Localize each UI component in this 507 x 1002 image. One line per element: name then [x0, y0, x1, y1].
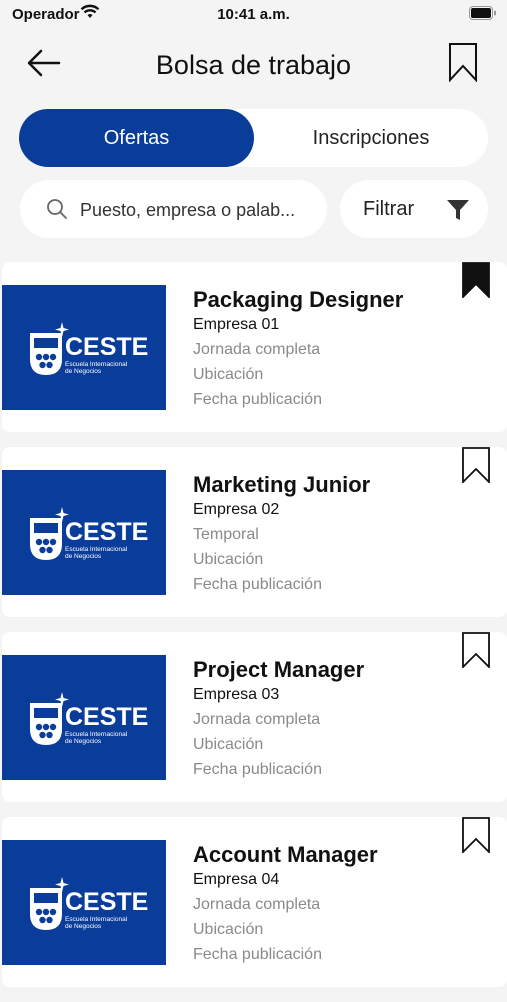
job-date: Fecha publicación	[193, 391, 322, 408]
job-title: Account Manager	[193, 842, 378, 867]
ceste-logo-icon: CESTE Escuela Internacional de Negocios	[30, 322, 148, 375]
job-location: Ubicación	[193, 366, 264, 383]
status-bar: Operador 10:41 a.m.	[0, 0, 507, 30]
tab-ofertas[interactable]: Ofertas	[19, 109, 254, 167]
job-company: Empresa 02	[193, 501, 280, 518]
job-date: Fecha publicación	[193, 761, 322, 778]
ceste-logo-icon: CESTE Escuela Internacional de Negocios	[30, 877, 148, 930]
company-logo: CESTE Escuela Internacional de Negocios	[2, 285, 166, 410]
svg-text:CESTE: CESTE	[65, 518, 148, 546]
bookmark-icon	[449, 43, 477, 83]
job-schedule: Temporal	[193, 526, 259, 543]
ceste-logo-icon: CESTE Escuela Internacional de Negocios	[30, 692, 148, 745]
job-date: Fecha publicación	[193, 946, 322, 963]
bookmark-icon	[462, 632, 490, 670]
clock: 10:41 a.m.	[217, 6, 290, 23]
search-box	[20, 180, 327, 238]
job-title: Project Manager	[193, 657, 365, 682]
job-schedule: Jornada completa	[193, 341, 321, 358]
company-logo: CESTE Escuela Internacional de Negocios	[2, 470, 166, 595]
svg-text:CESTE: CESTE	[65, 703, 148, 731]
svg-text:Escuela Internacional: Escuela Internacional	[65, 546, 128, 553]
save-job-button[interactable]	[461, 817, 491, 855]
job-list: CESTE Escuela Internacional de Negocios …	[2, 262, 507, 1002]
battery-icon	[469, 6, 497, 24]
save-job-button[interactable]	[461, 447, 491, 485]
job-date: Fecha publicación	[193, 576, 322, 593]
job-card[interactable]: CESTE Escuela Internacional de Negocios …	[2, 817, 507, 987]
job-title: Packaging Designer	[193, 287, 404, 312]
bookmark-icon	[462, 262, 490, 300]
svg-text:CESTE: CESTE	[65, 333, 148, 361]
job-info: Marketing Junior Empresa 02 Temporal Ubi…	[193, 472, 453, 597]
job-company: Empresa 03	[193, 686, 280, 703]
svg-text:de Negocios: de Negocios	[65, 553, 102, 560]
svg-text:de Negocios: de Negocios	[65, 738, 102, 745]
svg-text:Escuela Internacional: Escuela Internacional	[65, 916, 128, 923]
job-info: Project Manager Empresa 03 Jornada compl…	[193, 657, 453, 782]
save-job-button[interactable]	[461, 262, 491, 300]
tab-switcher: Ofertas Inscripciones	[19, 109, 488, 167]
bookmark-icon	[462, 817, 490, 855]
app-header: Bolsa de trabajo	[0, 36, 507, 96]
svg-text:CESTE: CESTE	[65, 888, 148, 916]
job-location: Ubicación	[193, 551, 264, 568]
company-logo: CESTE Escuela Internacional de Negocios	[2, 655, 166, 780]
filter-button[interactable]: Filtrar	[340, 180, 488, 238]
svg-text:Escuela Internacional: Escuela Internacional	[65, 361, 128, 368]
job-card[interactable]: CESTE Escuela Internacional de Negocios …	[2, 632, 507, 802]
ceste-logo-icon: CESTE Escuela Internacional de Negocios	[30, 507, 148, 560]
job-location: Ubicación	[193, 921, 264, 938]
job-location: Ubicación	[193, 736, 264, 753]
job-schedule: Jornada completa	[193, 711, 321, 728]
filter-icon	[447, 200, 469, 220]
company-logo: CESTE Escuela Internacional de Negocios	[2, 840, 166, 965]
job-company: Empresa 04	[193, 871, 280, 888]
svg-text:de Negocios: de Negocios	[65, 923, 102, 930]
save-job-button[interactable]	[461, 632, 491, 670]
svg-text:Escuela Internacional: Escuela Internacional	[65, 731, 128, 738]
svg-text:de Negocios: de Negocios	[65, 368, 102, 375]
saved-jobs-button[interactable]	[447, 42, 479, 83]
page-title: Bolsa de trabajo	[155, 50, 352, 80]
job-card[interactable]: CESTE Escuela Internacional de Negocios …	[2, 447, 507, 617]
job-schedule: Jornada completa	[193, 896, 321, 913]
job-title: Marketing Junior	[193, 472, 371, 497]
search-input[interactable]	[78, 194, 322, 226]
job-company: Empresa 01	[193, 316, 280, 333]
tab-inscripciones[interactable]: Inscripciones	[254, 109, 488, 167]
search-icon	[47, 199, 67, 219]
job-info: Account Manager Empresa 04 Jornada compl…	[193, 842, 453, 967]
filter-label: Filtrar	[363, 198, 415, 220]
job-info: Packaging Designer Empresa 01 Jornada co…	[193, 287, 453, 412]
bookmark-icon	[462, 447, 490, 485]
job-card[interactable]: CESTE Escuela Internacional de Negocios …	[2, 262, 507, 432]
